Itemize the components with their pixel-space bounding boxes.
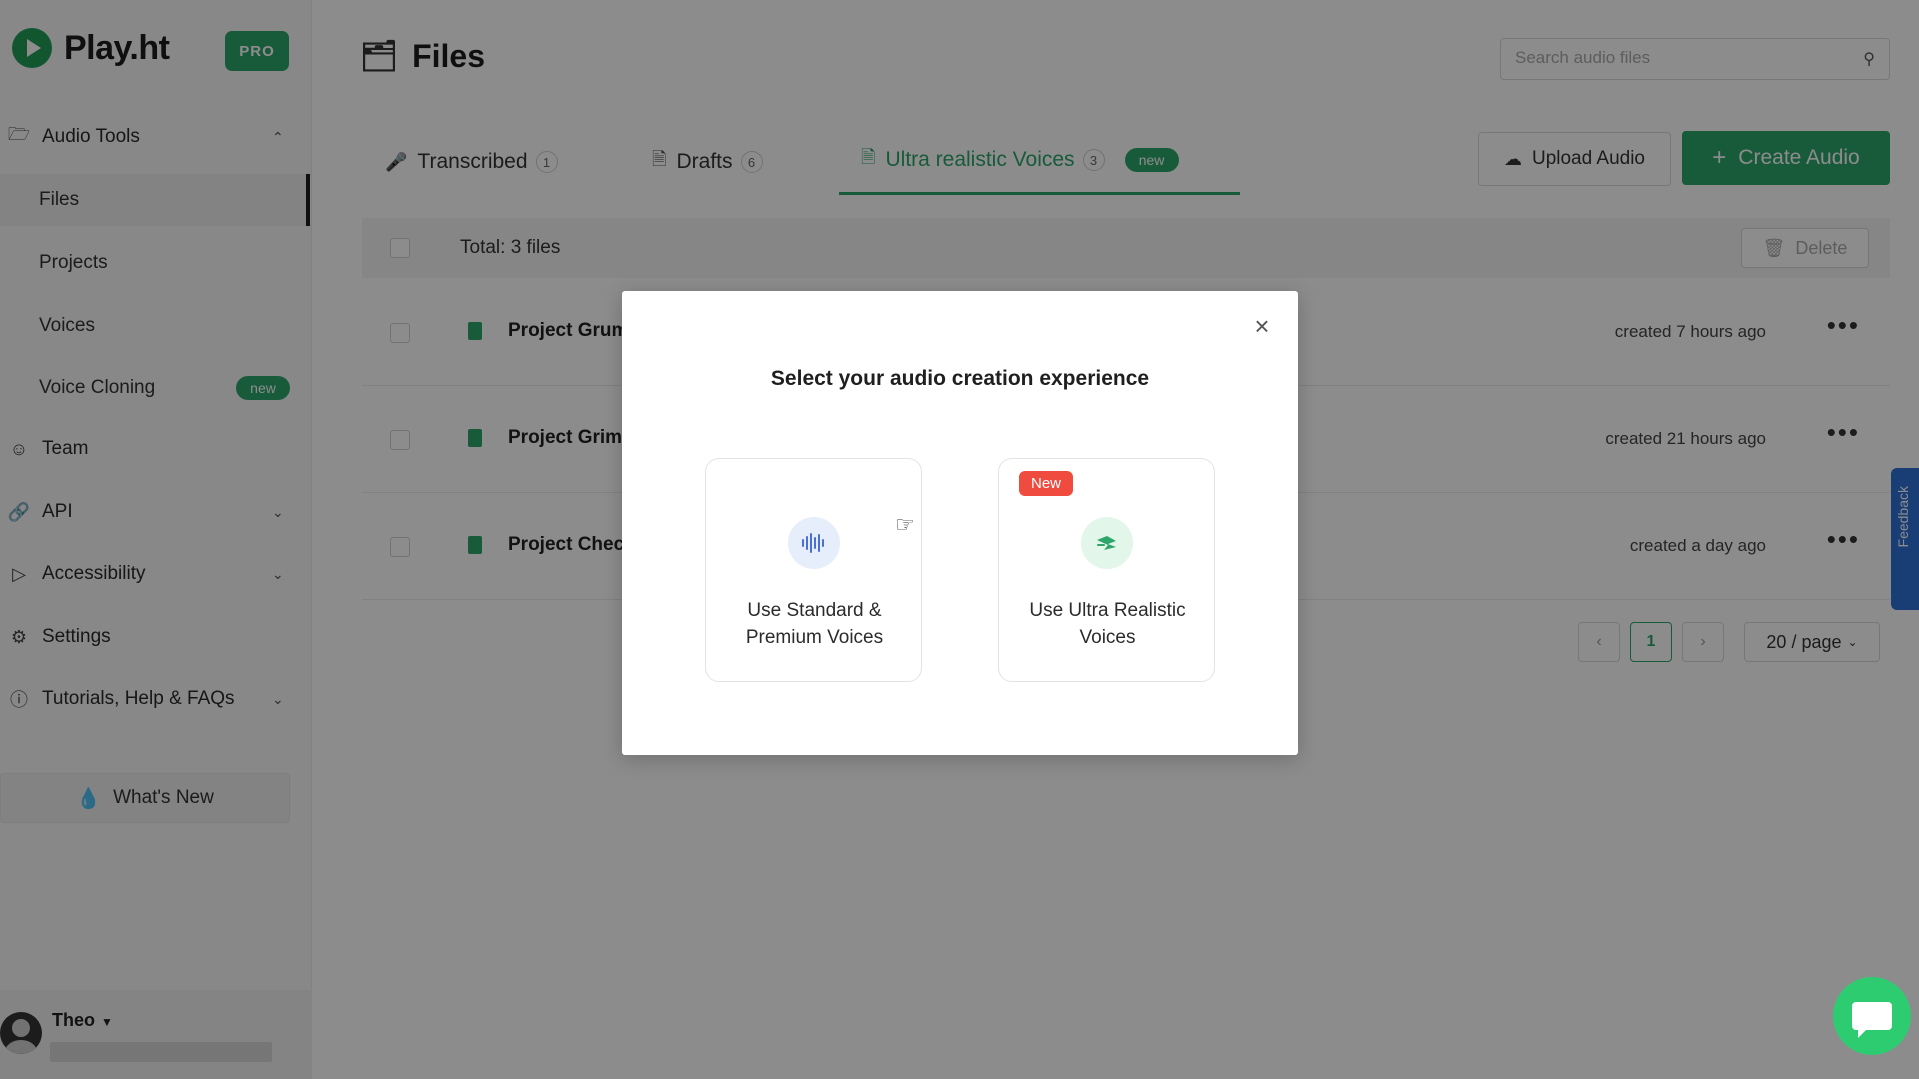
ultra-voice-icon (1081, 517, 1133, 569)
audio-experience-modal: × Select your audio creation experience … (622, 291, 1298, 755)
option-label: Use Standard & Premium Voices (706, 597, 923, 651)
option-label-line: Use Ultra Realistic (999, 597, 1216, 624)
new-badge: New (1019, 471, 1073, 496)
option-ultra-realistic[interactable]: New Use Ultra Realistic Voices (998, 458, 1215, 682)
option-label-line: Voices (999, 624, 1216, 651)
option-label-line: Use Standard & (706, 597, 923, 624)
close-icon[interactable]: × (1249, 313, 1275, 339)
modal-title: Select your audio creation experience (622, 367, 1298, 391)
sound-wave-icon (788, 517, 840, 569)
option-label: Use Ultra Realistic Voices (999, 597, 1216, 651)
option-standard-premium[interactable]: Use Standard & Premium Voices (705, 458, 922, 682)
pointer-cursor-icon: ☞ (895, 512, 915, 538)
chat-icon (1852, 1002, 1892, 1030)
chat-button[interactable] (1833, 977, 1911, 1055)
option-label-line: Premium Voices (706, 624, 923, 651)
